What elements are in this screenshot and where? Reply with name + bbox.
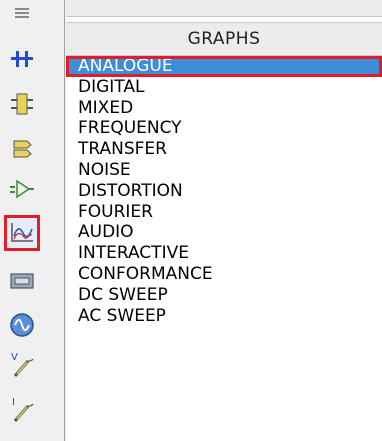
- generator-button[interactable]: [7, 310, 37, 340]
- panel-divider: [46, 0, 66, 441]
- list-item-dc-sweep[interactable]: DC SWEEP: [66, 285, 382, 306]
- list-item-fourier[interactable]: FOURIER: [66, 202, 382, 223]
- list-item-distortion[interactable]: DISTORTION: [66, 181, 382, 202]
- list-item-transfer[interactable]: TRANSFER: [66, 139, 382, 160]
- list-item-analogue[interactable]: ANALOGUE: [66, 56, 382, 77]
- tape-recorder-button[interactable]: [7, 266, 37, 296]
- current-probe-icon: I: [9, 395, 35, 425]
- text-lines-button[interactable]: [7, 0, 37, 30]
- svg-text:I: I: [12, 397, 15, 408]
- generator-icon: [9, 312, 35, 338]
- subcircuit-icon: [9, 91, 35, 117]
- list-item-interactive[interactable]: INTERACTIVE: [66, 243, 382, 264]
- current-probe-button[interactable]: I: [7, 395, 37, 425]
- list-item-frequency[interactable]: FREQUENCY: [66, 118, 382, 139]
- subcircuit-button[interactable]: [7, 89, 37, 119]
- terminal-icon: [9, 137, 35, 161]
- tape-recorder-icon: [9, 272, 35, 290]
- list-item-conformance[interactable]: CONFORMANCE: [66, 264, 382, 285]
- list-item-audio[interactable]: AUDIO: [66, 222, 382, 243]
- graphs-header: GRAPHS: [66, 22, 382, 56]
- panel-top-band: [66, 0, 382, 17]
- list-item-mixed[interactable]: MIXED: [66, 98, 382, 119]
- terminal-button[interactable]: [7, 134, 37, 164]
- bus-icon: [9, 47, 35, 71]
- list-item-digital[interactable]: DIGITAL: [66, 77, 382, 98]
- svg-text:V: V: [11, 352, 18, 363]
- voltage-probe-button[interactable]: V: [7, 350, 37, 380]
- voltage-probe-icon: V: [9, 350, 35, 380]
- graph-type-list: ANALOGUE DIGITAL MIXED FREQUENCY TRANSFE…: [66, 56, 382, 326]
- graphs-panel: GRAPHS ANALOGUE DIGITAL MIXED FREQUENCY …: [66, 0, 382, 441]
- list-item-noise[interactable]: NOISE: [66, 160, 382, 181]
- text-lines-icon: [11, 7, 33, 23]
- graph-icon: [9, 221, 35, 245]
- list-item-ac-sweep[interactable]: AC SWEEP: [66, 306, 382, 327]
- device-pin-button[interactable]: [7, 174, 37, 204]
- mode-toolbar: V I: [0, 0, 46, 441]
- graph-button[interactable]: [4, 215, 40, 251]
- bus-button[interactable]: [7, 44, 37, 74]
- device-pin-icon: [8, 177, 36, 201]
